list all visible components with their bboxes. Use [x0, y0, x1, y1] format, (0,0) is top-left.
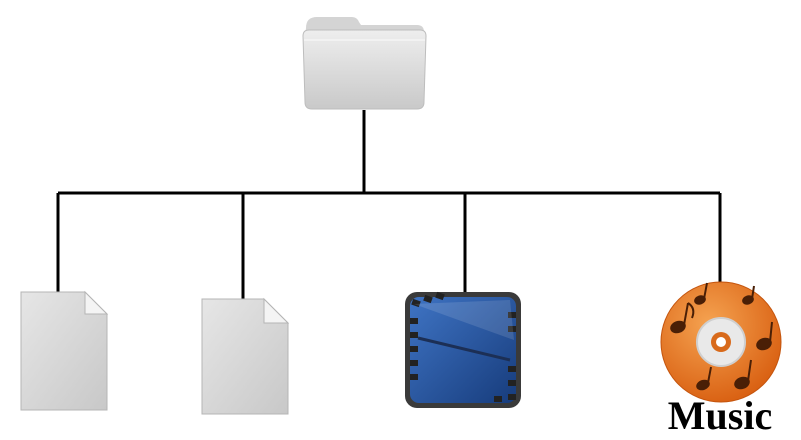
document-icon[interactable]	[201, 297, 290, 415]
folder-tree-diagram	[20, 17, 782, 415]
music-label: Music	[667, 393, 773, 438]
folder-icon[interactable]	[302, 17, 427, 110]
document-icon[interactable]	[20, 290, 109, 411]
music-disc-icon[interactable]	[660, 281, 782, 403]
video-film-icon[interactable]	[405, 291, 521, 408]
tree-connectors	[56, 110, 722, 299]
